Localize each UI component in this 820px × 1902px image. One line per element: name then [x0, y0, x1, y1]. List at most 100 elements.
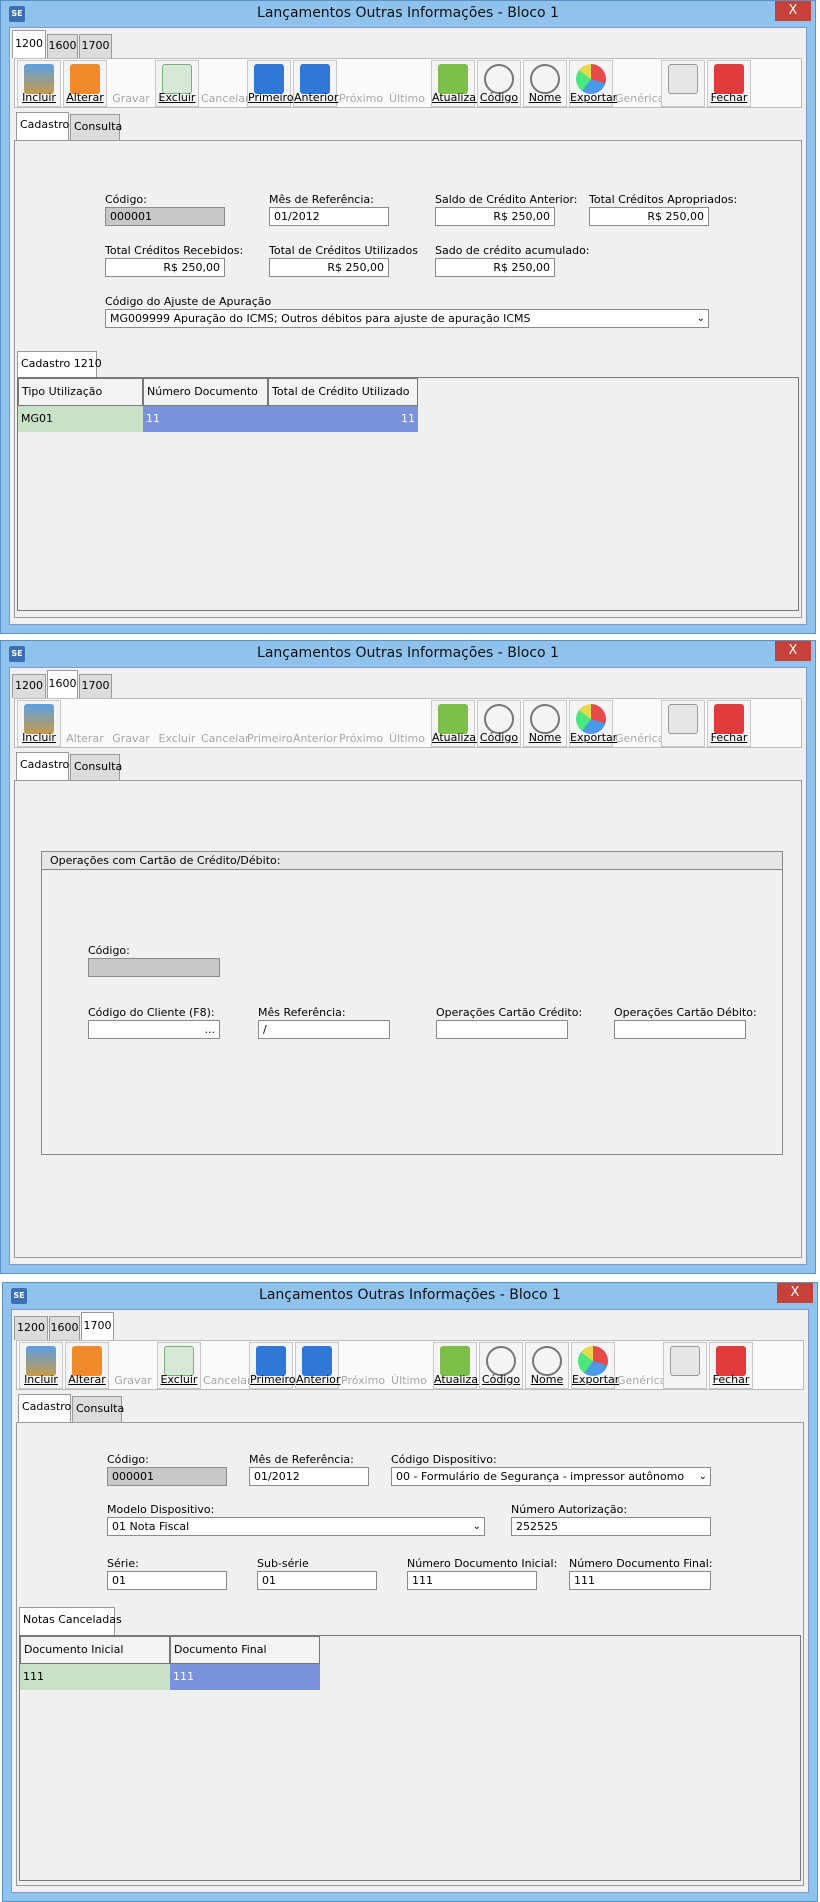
anterior-button[interactable]: Anterior [293, 700, 337, 747]
fechar-button[interactable]: Fechar [707, 60, 751, 107]
atualizar-button[interactable]: Atualizar [431, 700, 481, 747]
tab-cadastro[interactable]: Cadastro [18, 1394, 71, 1422]
codigo-cliente-field[interactable]: ... [88, 1020, 220, 1039]
grid-header-documento-inicial[interactable]: Documento Inicial [20, 1636, 170, 1664]
incluir-button[interactable]: Incluir [17, 60, 61, 107]
tab-1700[interactable]: 1700 [79, 34, 112, 58]
tab-1600[interactable]: 1600 [49, 1316, 80, 1340]
add-document-button[interactable] [661, 60, 705, 107]
nome-search-button[interactable]: Nome [525, 1342, 569, 1389]
tab-consulta[interactable]: Consulta [70, 754, 122, 780]
tab-1700[interactable]: 1700 [81, 1312, 114, 1340]
grid-header-documento-final[interactable]: Documento Final [170, 1636, 320, 1664]
codigo-field[interactable]: 000001 [107, 1467, 227, 1486]
nome-search-button[interactable]: Nome [523, 700, 567, 747]
tab-1600[interactable]: 1600 [47, 670, 78, 698]
close-window-button[interactable]: X [775, 1, 811, 21]
tab-consulta[interactable]: Consulta [72, 1396, 124, 1422]
gravar-button[interactable]: Gravar [109, 700, 153, 747]
creditos-utilizados-field[interactable]: R$ 250,00 [269, 258, 389, 277]
serie-field[interactable]: 01 [107, 1571, 227, 1590]
codigo-field[interactable]: 000001 [105, 207, 225, 226]
cancelar-button[interactable]: Cancelar [201, 60, 250, 107]
grid-cell-numero[interactable]: 11 [143, 406, 268, 432]
codigo-dispositivo-select[interactable]: 00 - Formulário de Segurança - impressor… [391, 1467, 711, 1486]
ultimo-button[interactable]: Último [387, 1342, 431, 1389]
creditos-recebidos-field[interactable]: R$ 250,00 [105, 258, 225, 277]
alterar-button[interactable]: Alterar [63, 60, 107, 107]
documento-final-field[interactable]: 111 [569, 1571, 711, 1590]
tab-1200[interactable]: 1200 [14, 1316, 48, 1340]
numero-autorizacao-field[interactable]: 252525 [511, 1517, 711, 1536]
exportar-button[interactable]: Exportar [571, 1342, 619, 1389]
grid-header-tipo[interactable]: Tipo Utilização [18, 378, 143, 406]
grid-header-total[interactable]: Total de Crédito Utilizado [268, 378, 418, 406]
anterior-button[interactable]: Anterior [293, 60, 338, 107]
tab-cadastro[interactable]: Cadastro [16, 752, 69, 780]
ultimo-button[interactable]: Último [385, 700, 429, 747]
credito-acumulado-field[interactable]: R$ 250,00 [435, 258, 555, 277]
generica-button[interactable]: Genérica [615, 60, 664, 107]
tab-cadastro-1210[interactable]: Cadastro 1210 [17, 351, 102, 379]
cartao-debito-field[interactable] [614, 1020, 746, 1039]
tab-1700[interactable]: 1700 [79, 674, 112, 698]
codigo-search-button[interactable]: Código [477, 60, 521, 107]
mes-referencia-field[interactable]: / [258, 1020, 390, 1039]
gravar-button[interactable]: Gravar [111, 1342, 155, 1389]
alterar-button[interactable]: Alterar [63, 700, 107, 747]
gravar-button[interactable]: Gravar [109, 60, 153, 107]
grid-cell-tipo[interactable]: MG01 [18, 406, 143, 432]
excluir-button[interactable]: Excluir [157, 1342, 201, 1389]
fechar-button[interactable]: Fechar [707, 700, 751, 747]
proximo-button[interactable]: Próximo [339, 700, 383, 747]
saldo-anterior-field[interactable]: R$ 250,00 [435, 207, 555, 226]
generica-button[interactable]: Genérica [617, 1342, 666, 1389]
primeiro-button[interactable]: Primeiro [247, 60, 294, 107]
incluir-button[interactable]: Incluir [19, 1342, 63, 1389]
ultimo-button[interactable]: Último [385, 60, 429, 107]
incluir-button[interactable]: Incluir [17, 700, 61, 747]
add-document-button[interactable] [661, 700, 705, 747]
modelo-dispositivo-select[interactable]: 01 Nota Fiscal ⌄ [107, 1517, 485, 1536]
cancelar-button[interactable]: Cancelar [203, 1342, 252, 1389]
nome-search-button[interactable]: Nome [523, 60, 567, 107]
proximo-button[interactable]: Próximo [339, 60, 383, 107]
codigo-search-button[interactable]: Código [479, 1342, 523, 1389]
generica-button[interactable]: Genérica [615, 700, 664, 747]
fechar-button[interactable]: Fechar [709, 1342, 753, 1389]
codigo-search-button[interactable]: Código [477, 700, 521, 747]
tab-1200[interactable]: 1200 [12, 674, 46, 698]
primeiro-button[interactable]: Primeiro [247, 700, 293, 747]
alterar-button[interactable]: Alterar [65, 1342, 109, 1389]
creditos-apropriados-field[interactable]: R$ 250,00 [589, 207, 709, 226]
tab-consulta[interactable]: Consulta [70, 114, 122, 140]
grid-cell-documento-final[interactable]: 111 [170, 1664, 320, 1690]
mes-referencia-field[interactable]: 01/2012 [249, 1467, 369, 1486]
close-window-button[interactable]: X [775, 641, 811, 661]
mes-referencia-field[interactable]: 01/2012 [269, 207, 389, 226]
anterior-button[interactable]: Anterior [295, 1342, 340, 1389]
documento-inicial-field[interactable]: 111 [407, 1571, 537, 1590]
cancelar-button[interactable]: Cancelar [201, 700, 250, 747]
codigo-field[interactable] [88, 958, 220, 977]
tab-notas-canceladas[interactable]: Notas Canceladas [19, 1607, 122, 1635]
atualizar-button[interactable]: Atualizar [431, 60, 481, 107]
tab-1200[interactable]: 1200 [12, 30, 46, 58]
excluir-button[interactable]: Excluir [155, 60, 199, 107]
close-window-button[interactable]: X [777, 1283, 813, 1303]
exportar-button[interactable]: Exportar [569, 700, 617, 747]
cartao-credito-field[interactable] [436, 1020, 568, 1039]
primeiro-button[interactable]: Primeiro [249, 1342, 296, 1389]
tab-1600[interactable]: 1600 [47, 34, 78, 58]
grid-cell-documento-inicial[interactable]: 111 [20, 1664, 170, 1690]
sub-serie-field[interactable]: 01 [257, 1571, 377, 1590]
ajuste-apuracao-select[interactable]: MG009999 Apuração do ICMS; Outros débito… [105, 309, 709, 328]
proximo-button[interactable]: Próximo [341, 1342, 385, 1389]
atualizar-button[interactable]: Atualizar [433, 1342, 483, 1389]
tab-cadastro[interactable]: Cadastro [16, 112, 69, 140]
grid-cell-total[interactable]: 11 [268, 406, 418, 432]
excluir-button[interactable]: Excluir [155, 700, 199, 747]
grid-header-numero[interactable]: Número Documento [143, 378, 268, 406]
exportar-button[interactable]: Exportar [569, 60, 617, 107]
add-document-button[interactable] [663, 1342, 707, 1389]
